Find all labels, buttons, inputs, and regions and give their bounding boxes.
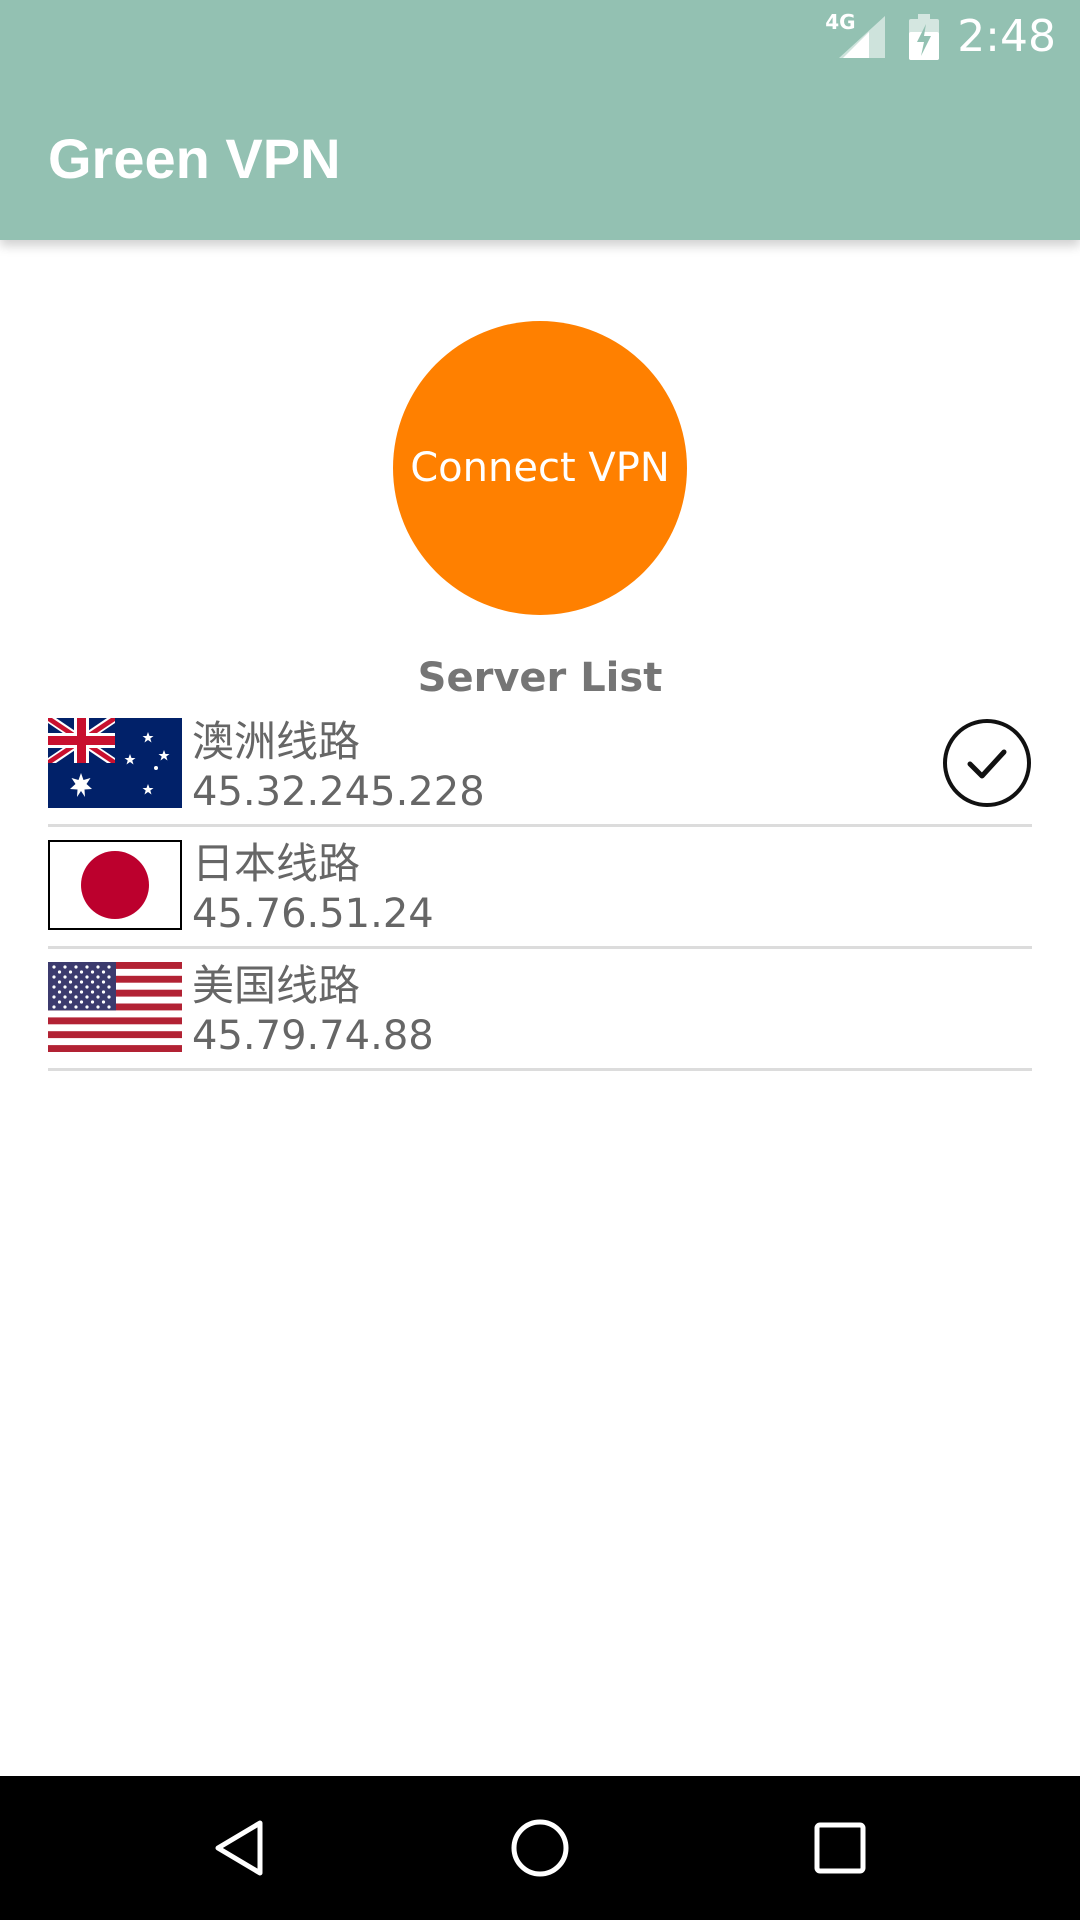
nav-back-button[interactable] (150, 1776, 330, 1920)
server-name: 日本线路 (192, 839, 361, 888)
server-ip: 45.76.51.24 (192, 891, 434, 937)
nav-recents-button[interactable] (750, 1776, 930, 1920)
nav-home-button[interactable] (450, 1776, 630, 1920)
recents-icon (814, 1822, 866, 1874)
server-row-usa[interactable]: 美国线路 45.79.74.88 (48, 949, 1032, 1071)
server-name: 澳洲线路 (192, 717, 361, 766)
home-icon (511, 1819, 569, 1877)
signal-icon (839, 16, 886, 58)
server-name: 美国线路 (192, 961, 361, 1010)
selected-check-icon[interactable] (942, 718, 1032, 808)
app-title: Green VPN (48, 127, 341, 190)
server-list: 澳洲线路 45.32.245.228 日本线路 45.76.51.24 美国线路… (48, 705, 1032, 1071)
status-bar: 4G 2:48 (0, 0, 1080, 75)
navigation-bar (0, 1776, 1080, 1920)
australia-flag-icon (48, 718, 182, 808)
status-icons: 4G 2:48 (825, 11, 1056, 62)
connect-vpn-button[interactable]: Connect VPN (393, 321, 687, 615)
battery-charging-icon (909, 14, 940, 60)
server-ip: 45.32.245.228 (192, 769, 485, 815)
server-row-australia[interactable]: 澳洲线路 45.32.245.228 (48, 705, 1032, 827)
signal-indicator: 4G (825, 12, 886, 62)
status-clock: 2:48 (957, 11, 1056, 62)
battery-indicator (909, 14, 940, 60)
server-list-heading: Server List (417, 655, 663, 701)
server-ip: 45.79.74.88 (192, 1013, 434, 1059)
japan-flag-icon (48, 840, 182, 930)
server-row-japan[interactable]: 日本线路 45.76.51.24 (48, 827, 1032, 949)
app-bar: 4G 2:48 Green VPN (0, 0, 1080, 240)
usa-flag-icon (48, 962, 182, 1052)
back-icon (215, 1820, 263, 1876)
